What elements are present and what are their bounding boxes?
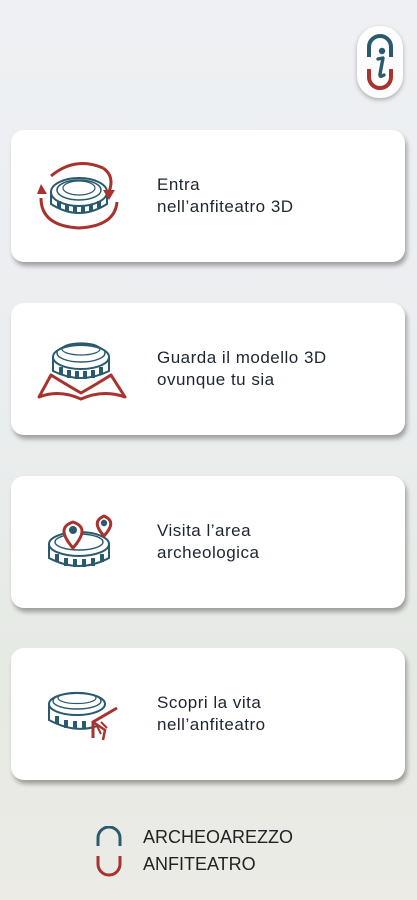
arena-location-pins-icon <box>48 514 113 567</box>
menu-card-visit-area[interactable]: Visita l’area archeologica <box>11 476 405 608</box>
menu-label-visit-area: Visita l’area archeologica <box>157 521 260 562</box>
menu-card-view-model[interactable]: Guarda il modello 3D ovunque tu sia <box>11 303 405 435</box>
footer-brand-line2: ANFITEATRO <box>143 854 256 874</box>
menu-card-discover-life[interactable]: Scopri la vita nell’anfiteatro <box>11 648 405 780</box>
menu-label-enter-3d: Entra nell’anfiteatro 3D <box>157 175 294 216</box>
menu-card-enter-3d[interactable]: Entra nell’anfiteatro 3D <box>11 130 405 262</box>
arena-book-icon <box>37 342 127 401</box>
menu-label-discover-life: Scopri la vita nell’anfiteatro <box>157 693 266 734</box>
rotating-arena-icon <box>37 162 119 230</box>
info-button[interactable] <box>357 26 403 98</box>
arena-scene-icon <box>48 691 118 741</box>
archeoarezzo-logo-icon <box>96 826 122 877</box>
menu-label-view-model: Guarda il modello 3D ovunque tu sia <box>157 348 327 389</box>
footer-brand-line1: ARCHEOAREZZO <box>143 827 294 847</box>
info-icon <box>367 34 393 90</box>
